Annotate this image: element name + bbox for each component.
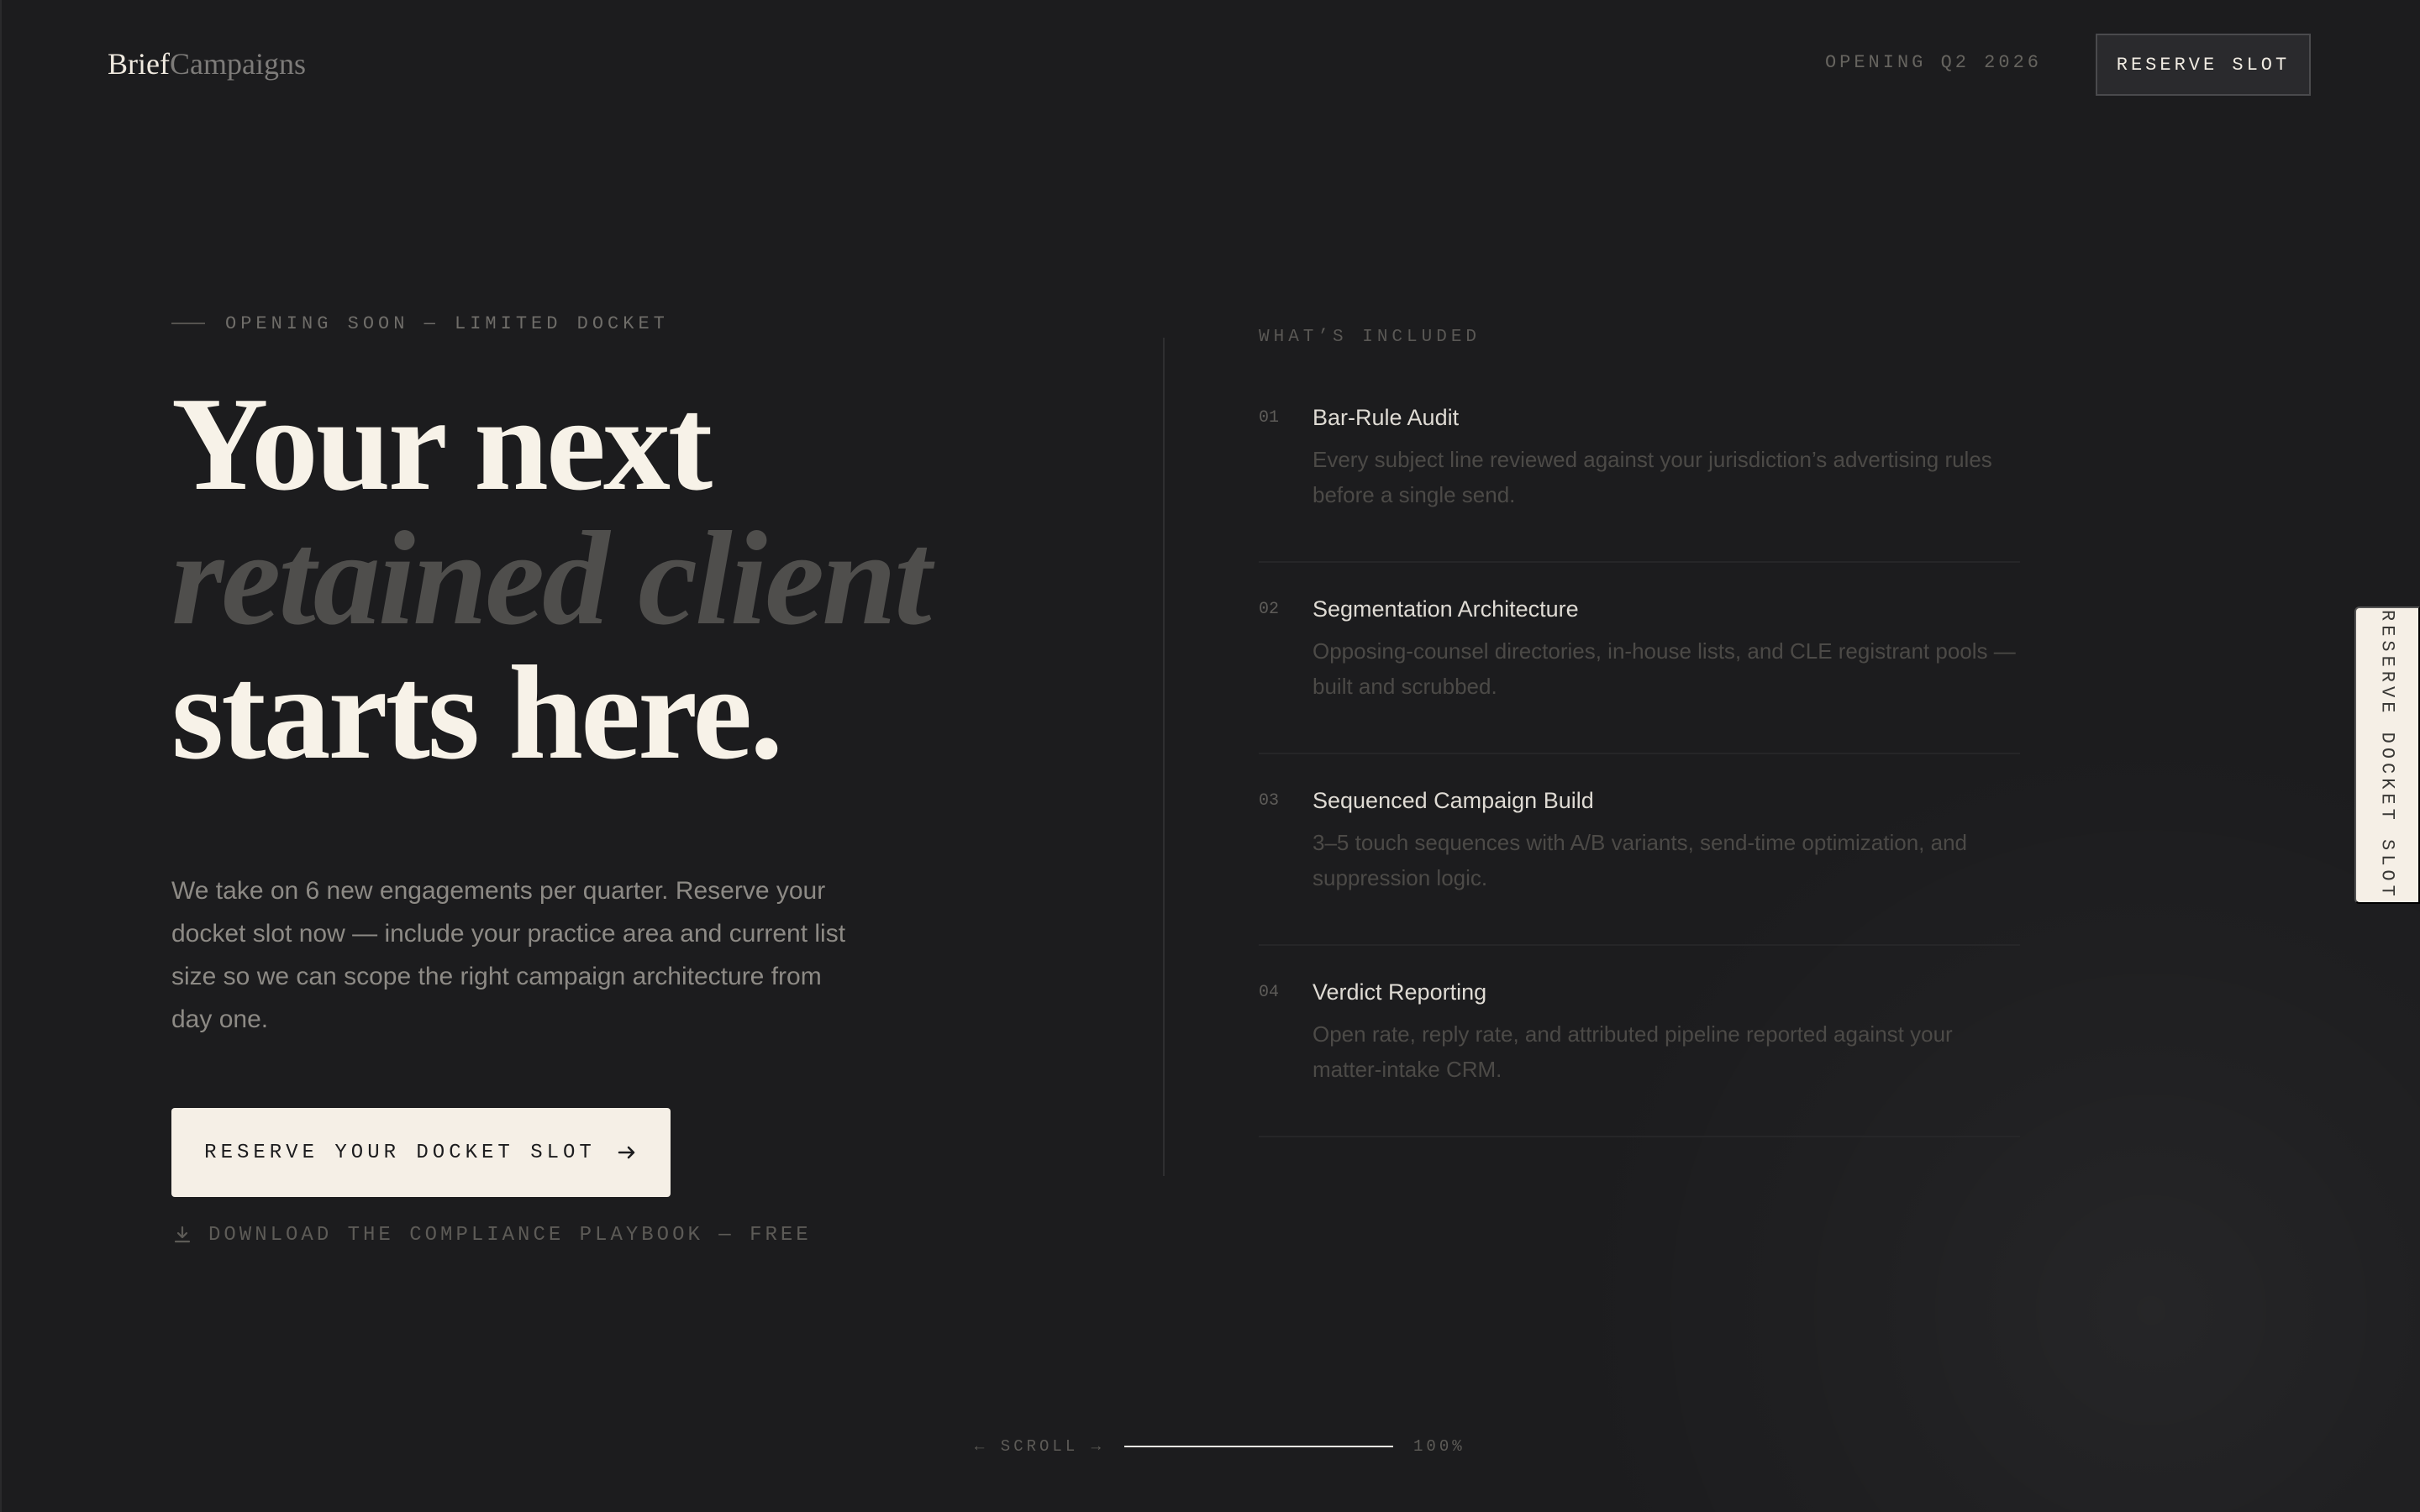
- included-item-number: 03: [1259, 791, 1280, 811]
- scroll-percent: 100%: [1413, 1437, 1465, 1456]
- included-label: WHAT’S INCLUDED: [1259, 328, 1481, 347]
- eyebrow-rule: [171, 323, 205, 324]
- reserve-slot-button[interactable]: RESERVE SLOT: [2096, 34, 2311, 96]
- brand-logo-sub: Campaigns: [169, 47, 306, 81]
- download-playbook-label: DOWNLOAD THE COMPLIANCE PLAYBOOK — FREE: [208, 1223, 812, 1247]
- included-item-title: Sequenced Campaign Build: [1313, 788, 1594, 813]
- reserve-docket-slot-label: RESERVE YOUR DOCKET SLOT: [204, 1141, 596, 1164]
- brand-logo-main: Brief: [108, 47, 170, 81]
- included-item-number: 04: [1259, 983, 1280, 1002]
- included-item-body: Verdict Reporting Open rate, reply rate,…: [1313, 978, 2020, 1136]
- reserve-docket-slot-side-tab[interactable]: RESERVE DOCKET SLOT: [2354, 606, 2420, 904]
- included-item-title: Segmentation Architecture: [1313, 596, 1579, 622]
- included-item-body: Segmentation Architecture Opposing-couns…: [1313, 595, 2020, 753]
- scroll-progress-track[interactable]: [1124, 1446, 1394, 1447]
- included-item-sequenced-campaign-build: 03 Sequenced Campaign Build 3–5 touch se…: [1259, 754, 2020, 946]
- brand-logo[interactable]: BriefCampaigns: [108, 44, 306, 84]
- included-item-description: Opposing-counsel directories, in-house l…: [1313, 638, 2016, 699]
- scroll-progress-fill: [1124, 1446, 1394, 1447]
- headline-line-2: retained client: [171, 503, 932, 653]
- reserve-docket-slot-button[interactable]: RESERVE YOUR DOCKET SLOT: [171, 1108, 671, 1198]
- included-section: WHAT’S INCLUDED 01 Bar-Rule Audit Every …: [1259, 328, 2020, 1137]
- included-item-segmentation-architecture: 02 Segmentation Architecture Opposing-co…: [1259, 563, 2020, 754]
- landing-page: BriefCampaigns OPENING Q2 2026 RESERVE S…: [0, 0, 2420, 1512]
- download-icon: [171, 1224, 193, 1246]
- hero-eyebrow: OPENING SOON — LIMITED DOCKET: [171, 302, 1079, 344]
- opening-date: OPENING Q2 2026: [1824, 52, 2042, 73]
- included-item-bar-rule-audit: 01 Bar-Rule Audit Every subject line rev…: [1259, 371, 2020, 563]
- hero-section: OPENING SOON — LIMITED DOCKET Your next …: [171, 302, 1079, 1249]
- included-item-number: 02: [1259, 600, 1280, 619]
- included-item-verdict-reporting: 04 Verdict Reporting Open rate, reply ra…: [1259, 946, 2020, 1137]
- hero-eyebrow-text: OPENING SOON — LIMITED DOCKET: [225, 312, 669, 334]
- headline-line-1: Your next: [171, 369, 713, 518]
- site-header: BriefCampaigns OPENING Q2 2026 RESERVE S…: [0, 0, 2420, 129]
- section-divider: [1163, 338, 1165, 1176]
- included-item-title: Verdict Reporting: [1313, 979, 1487, 1005]
- included-item-body: Sequenced Campaign Build 3–5 touch seque…: [1313, 786, 2020, 944]
- included-item-description: Open rate, reply rate, and attributed pi…: [1313, 1021, 1953, 1082]
- included-item-title: Bar-Rule Audit: [1313, 405, 1460, 430]
- hero-intro: We take on 6 new engagements per quarter…: [171, 877, 846, 1034]
- left-edge-line: [0, 0, 2, 1512]
- arrow-right-icon: [616, 1142, 638, 1163]
- included-item-body: Bar-Rule Audit Every subject line review…: [1313, 403, 2020, 561]
- hero-headline: Your next retained client starts here.: [171, 376, 1079, 780]
- scroll-label: ← SCROLL →: [975, 1437, 1105, 1456]
- included-item-description: 3–5 touch sequences with A/B variants, s…: [1313, 830, 1967, 890]
- headline-line-3: starts here.: [171, 638, 783, 787]
- download-playbook-link[interactable]: DOWNLOAD THE COMPLIANCE PLAYBOOK — FREE: [171, 1221, 1079, 1249]
- included-item-description: Every subject line reviewed against your…: [1313, 447, 1992, 507]
- included-item-number: 01: [1259, 408, 1280, 428]
- side-tab-label: RESERVE DOCKET SLOT: [2376, 610, 2398, 900]
- scroll-indicator: ← SCROLL → 100%: [975, 1435, 1465, 1458]
